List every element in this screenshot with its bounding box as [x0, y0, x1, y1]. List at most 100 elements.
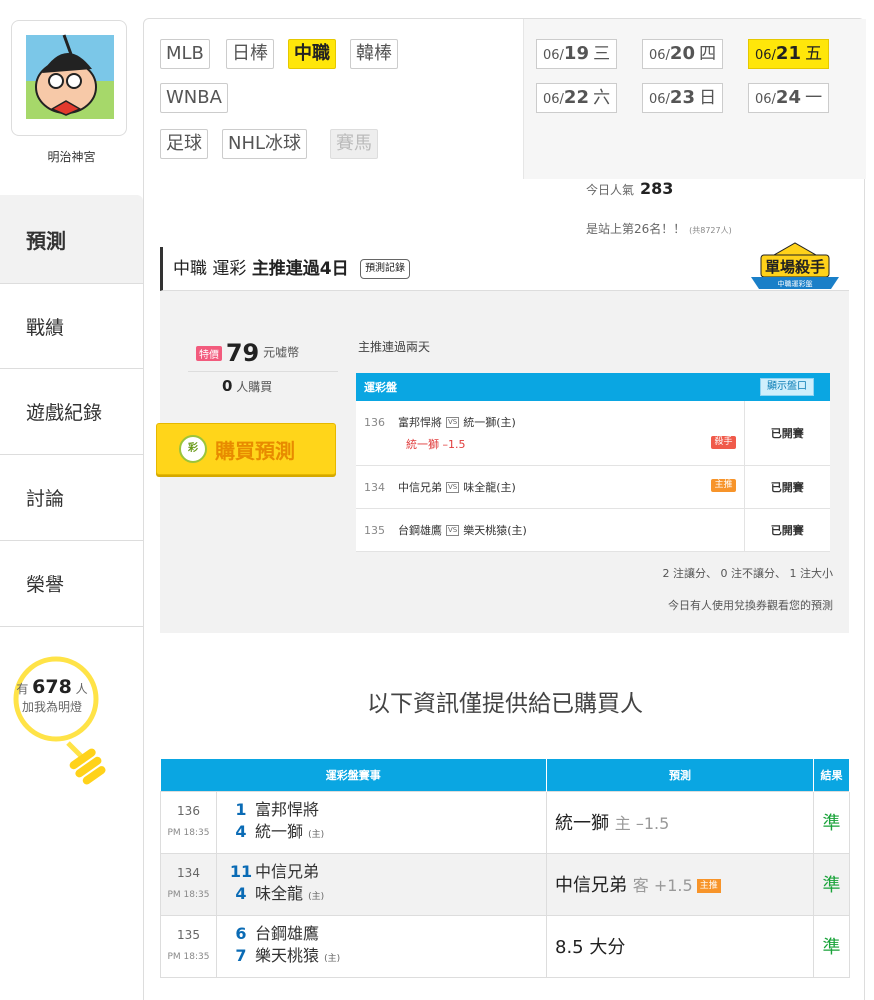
- main-pick-tag: 主推: [711, 478, 736, 492]
- date-0624[interactable]: 06/24 一: [748, 83, 830, 113]
- date-selector: 06/19 三 06/20 四 06/21 五 06/22 六 06/23 日 …: [523, 19, 866, 179]
- date-month: 06/: [649, 48, 670, 63]
- outcome: 準: [813, 790, 850, 854]
- away-team: 富邦悍將: [255, 799, 320, 819]
- date-weekday: 三: [593, 44, 611, 64]
- tab-game-history[interactable]: 遊戲紀錄: [0, 369, 143, 455]
- home-team: 統一獅(主): [463, 415, 516, 429]
- away-score: 1: [235, 799, 247, 819]
- main-panel: MLB 日棒 中職 韓棒 WNBA 足球 NHL冰球 賽馬 06/19 三 06…: [143, 18, 866, 1000]
- rank-label: 是站上第26名！！: [586, 222, 686, 236]
- home-mark: (主): [308, 891, 325, 902]
- game-status: 已開賽: [743, 508, 830, 552]
- vs-icon: VS: [446, 482, 460, 493]
- game-number: 135: [364, 523, 385, 537]
- home-team: 味全龍(主): [463, 480, 516, 494]
- pick-line: 統一獅 –1.5: [406, 437, 466, 451]
- game-number: 135: [177, 928, 200, 942]
- user-name: 明治神宮: [47, 150, 96, 164]
- vs-icon: VS: [446, 525, 460, 536]
- table-row: 134 中信兄弟 VS 味全龍(主) 主推 已開賽: [356, 465, 830, 509]
- divider: [188, 371, 338, 372]
- price-value: 79: [225, 339, 260, 367]
- killer-tag: 殺手: [711, 435, 736, 449]
- league-cpbl[interactable]: 中職: [288, 39, 336, 69]
- date-0621[interactable]: 06/21 五: [748, 39, 830, 69]
- game-number: 134: [177, 866, 200, 880]
- outcome: 準: [813, 852, 850, 916]
- date-month: 06/: [755, 92, 776, 107]
- pick: 中信兄弟: [555, 875, 627, 896]
- rank-total: (共8727人): [689, 226, 732, 235]
- rank-text: 是站上第26名！！ (共8727人): [586, 220, 732, 237]
- lottery-table: 運彩盤 顯示盤口 136 富邦悍將 VS 統一獅(主) 統一獅 –1.5 殺手 已開賽 …: [356, 373, 830, 552]
- tab-record[interactable]: 戰績: [0, 283, 143, 369]
- follower-count: 有 678 人 加我為明燈: [8, 678, 96, 716]
- badge-text: 單場殺手: [765, 258, 825, 276]
- pick-line: 客 +1.5: [632, 876, 693, 895]
- tab-discuss[interactable]: 討論: [0, 455, 143, 541]
- date-month: 06/: [543, 92, 564, 107]
- date-month: 06/: [543, 48, 564, 63]
- vs-icon: VS: [446, 417, 460, 429]
- sidebar: 明治神宮 預測 戰績 遊戲紀錄 討論 榮譽 有 678 人 加我為明燈: [0, 0, 143, 1000]
- home-mark: (主): [308, 829, 325, 840]
- league-nhl[interactable]: NHL冰球: [222, 129, 308, 159]
- game-number: 136: [177, 804, 200, 818]
- lightbulb-icon[interactable]: [8, 655, 108, 785]
- pick-line: 主 –1.5: [614, 814, 670, 833]
- buy-prediction-button[interactable]: 彩 購買預測: [156, 423, 336, 475]
- date-weekday: 四: [699, 44, 717, 64]
- game-time: PM 18:35: [167, 890, 210, 900]
- away-team: 富邦悍將: [398, 415, 442, 429]
- away-score: 11: [229, 861, 253, 881]
- follower-prefix: 有: [16, 682, 29, 696]
- prediction-streak: 主推連過4日: [251, 259, 349, 279]
- game-number: 134: [364, 480, 385, 494]
- home-team: 味全龍: [255, 883, 304, 903]
- away-team: 中信兄弟: [255, 861, 320, 881]
- home-score: 4: [235, 883, 247, 903]
- prediction-header: 中職 運彩 主推連過4日 預測記錄: [160, 247, 849, 291]
- show-odds-button[interactable]: 顯示盤口: [760, 378, 814, 396]
- date-day: 21: [775, 43, 801, 64]
- avatar[interactable]: [11, 20, 127, 136]
- col-prediction: 預測: [546, 759, 814, 791]
- date-weekday: 日: [699, 88, 717, 108]
- away-team: 台鋼雄鷹: [398, 523, 442, 537]
- league-npb[interactable]: 日棒: [226, 39, 274, 69]
- league-soccer[interactable]: 足球: [160, 129, 208, 159]
- table-row: 134 PM 18:35 11 中信兄弟 4 味全龍 (主) 中信兄弟 客 +1.5 主…: [160, 852, 850, 916]
- league-kbo[interactable]: 韓棒: [350, 39, 398, 69]
- killer-badge-icon: 單場殺手 中職運彩盤: [751, 242, 839, 289]
- away-team: 台鋼雄鷹: [255, 923, 320, 943]
- date-day: 20: [669, 43, 695, 64]
- date-day: 24: [775, 87, 801, 108]
- follower-number: 678: [32, 676, 72, 698]
- tab-predict[interactable]: 預測: [0, 195, 143, 283]
- date-0619[interactable]: 06/19 三: [536, 39, 618, 69]
- league-horse-racing: 賽馬: [330, 129, 378, 159]
- game-status: 已開賽: [743, 465, 830, 509]
- table-row: 136 富邦悍將 VS 統一獅(主) 統一獅 –1.5 殺手 已開賽: [356, 401, 830, 466]
- bet-counts: 2 注讓分、 0 注不讓分、 1 注大小: [662, 567, 833, 580]
- streak-note: 主推連過兩天: [358, 340, 431, 354]
- popularity-label: 今日人氣: [586, 183, 635, 197]
- home-team: 樂天桃猿: [255, 945, 320, 965]
- league-mlb[interactable]: MLB: [160, 39, 210, 69]
- league-wnba[interactable]: WNBA: [160, 83, 228, 113]
- sale-tag: 特價: [196, 345, 222, 361]
- lottery-table-title: 運彩盤: [356, 373, 744, 401]
- date-0622[interactable]: 06/22 六: [536, 83, 618, 113]
- popularity: 今日人氣 283: [586, 179, 673, 198]
- buy-button-label: 購買預測: [215, 438, 295, 463]
- date-month: 06/: [755, 48, 776, 63]
- date-0623[interactable]: 06/23 日: [642, 83, 724, 113]
- date-0620[interactable]: 06/20 四: [642, 39, 724, 69]
- home-mark: (主): [324, 953, 341, 964]
- date-weekday: 五: [805, 44, 823, 64]
- table-row: 135 台鋼雄鷹 VS 樂天桃猿(主) 已開賽: [356, 508, 830, 552]
- prediction-record-button[interactable]: 預測記錄: [360, 259, 411, 279]
- tab-honor[interactable]: 榮譽: [0, 541, 143, 627]
- away-team: 中信兄弟: [398, 480, 442, 494]
